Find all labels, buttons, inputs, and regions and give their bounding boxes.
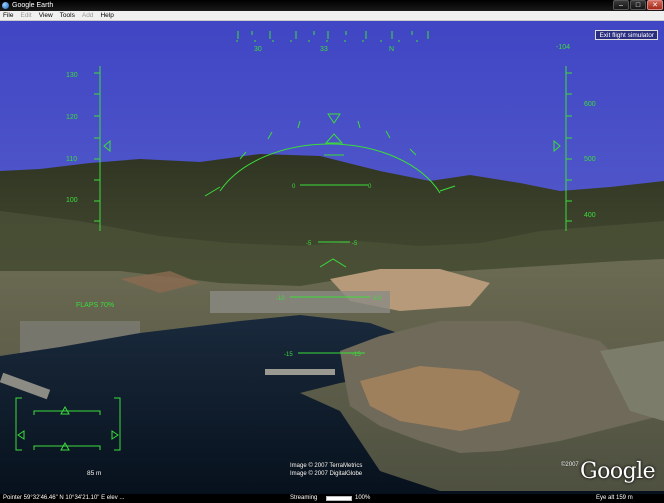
altitude-tick-600: 600 bbox=[584, 101, 596, 108]
status-bar: Pointer 59°32'46.46" N 10°34'21.10" E el… bbox=[0, 494, 664, 503]
streaming-progress-bar bbox=[326, 496, 352, 501]
menu-edit[interactable]: Edit bbox=[20, 12, 31, 19]
streaming-percent: 100% bbox=[355, 495, 371, 501]
vertical-speed-readout: -104 bbox=[556, 44, 570, 51]
close-button[interactable]: ✕ bbox=[647, 0, 663, 10]
pitch-mark-left-0: 0 bbox=[292, 184, 296, 190]
speed-tape bbox=[94, 66, 111, 231]
scale-legend: 85 m bbox=[87, 470, 102, 477]
menu-tools[interactable]: Tools bbox=[60, 12, 75, 19]
altitude-tape bbox=[553, 66, 572, 231]
heading-label-30: 30 bbox=[254, 46, 262, 53]
speed-tick-120: 120 bbox=[66, 114, 78, 121]
window-title: Google Earth bbox=[12, 2, 54, 9]
imagery-credits: Image © 2007 TerraMetrics Image © 2007 D… bbox=[290, 462, 362, 478]
pitch-mark-left-5: -5 bbox=[306, 241, 312, 247]
pitch-mark-left-15: -15 bbox=[284, 352, 293, 358]
bank-indicator bbox=[204, 113, 456, 197]
altitude-tick-400: 400 bbox=[584, 212, 596, 219]
speed-tick-110: 110 bbox=[66, 156, 77, 163]
exit-flight-simulator-button[interactable]: Exit flight simulator bbox=[595, 30, 658, 40]
menu-view[interactable]: View bbox=[39, 12, 53, 19]
menu-file[interactable]: File bbox=[3, 12, 13, 19]
earth-3d-viewport[interactable]: 30 33 N -104 130 120 110 100 600 500 400… bbox=[0, 21, 664, 494]
menu-bar: File Edit View Tools Add Help bbox=[0, 11, 664, 21]
pitch-mark-right-0: 0 bbox=[368, 184, 372, 190]
pitch-ladder bbox=[290, 184, 370, 354]
pointer-coordinates: Pointer 59°32'46.46" N 10°34'21.10" E el… bbox=[3, 495, 125, 501]
heading-tape bbox=[236, 31, 430, 42]
flight-hud: 30 33 N -104 130 120 110 100 600 500 400… bbox=[15, 31, 596, 451]
minimize-button[interactable]: – bbox=[613, 0, 629, 10]
eye-altitude: Eye alt 159 m bbox=[596, 495, 633, 501]
credit-digitalglobe: Image © 2007 DigitalGlobe bbox=[290, 471, 363, 477]
google-earth-icon bbox=[2, 2, 9, 9]
menu-add[interactable]: Add bbox=[82, 12, 94, 19]
speed-tick-100: 100 bbox=[66, 197, 78, 204]
pitch-mark-right-15: -15 bbox=[352, 352, 361, 358]
copyright-year: ©2007 bbox=[561, 462, 579, 468]
title-bar: Google Earth – □ ✕ bbox=[0, 0, 664, 11]
controls-indicator bbox=[15, 397, 121, 451]
window-controls: – □ ✕ bbox=[613, 0, 663, 11]
flaps-indicator: FLAPS 70% bbox=[76, 302, 114, 309]
altitude-tick-500: 500 bbox=[584, 156, 596, 163]
credit-terrametrics: Image © 2007 TerraMetrics bbox=[290, 463, 363, 469]
maximize-button[interactable]: □ bbox=[630, 0, 646, 10]
heading-label-n: N bbox=[389, 46, 394, 53]
pitch-mark-right-10: -10 bbox=[372, 296, 381, 302]
speed-tick-130: 130 bbox=[66, 72, 78, 79]
pitch-mark-left-10: -10 bbox=[276, 296, 285, 302]
menu-help[interactable]: Help bbox=[100, 12, 113, 19]
streaming-label: Streaming bbox=[290, 495, 318, 501]
heading-label-33: 33 bbox=[320, 46, 328, 53]
google-logo: Google bbox=[580, 459, 656, 484]
pitch-mark-right-5: -5 bbox=[352, 241, 358, 247]
